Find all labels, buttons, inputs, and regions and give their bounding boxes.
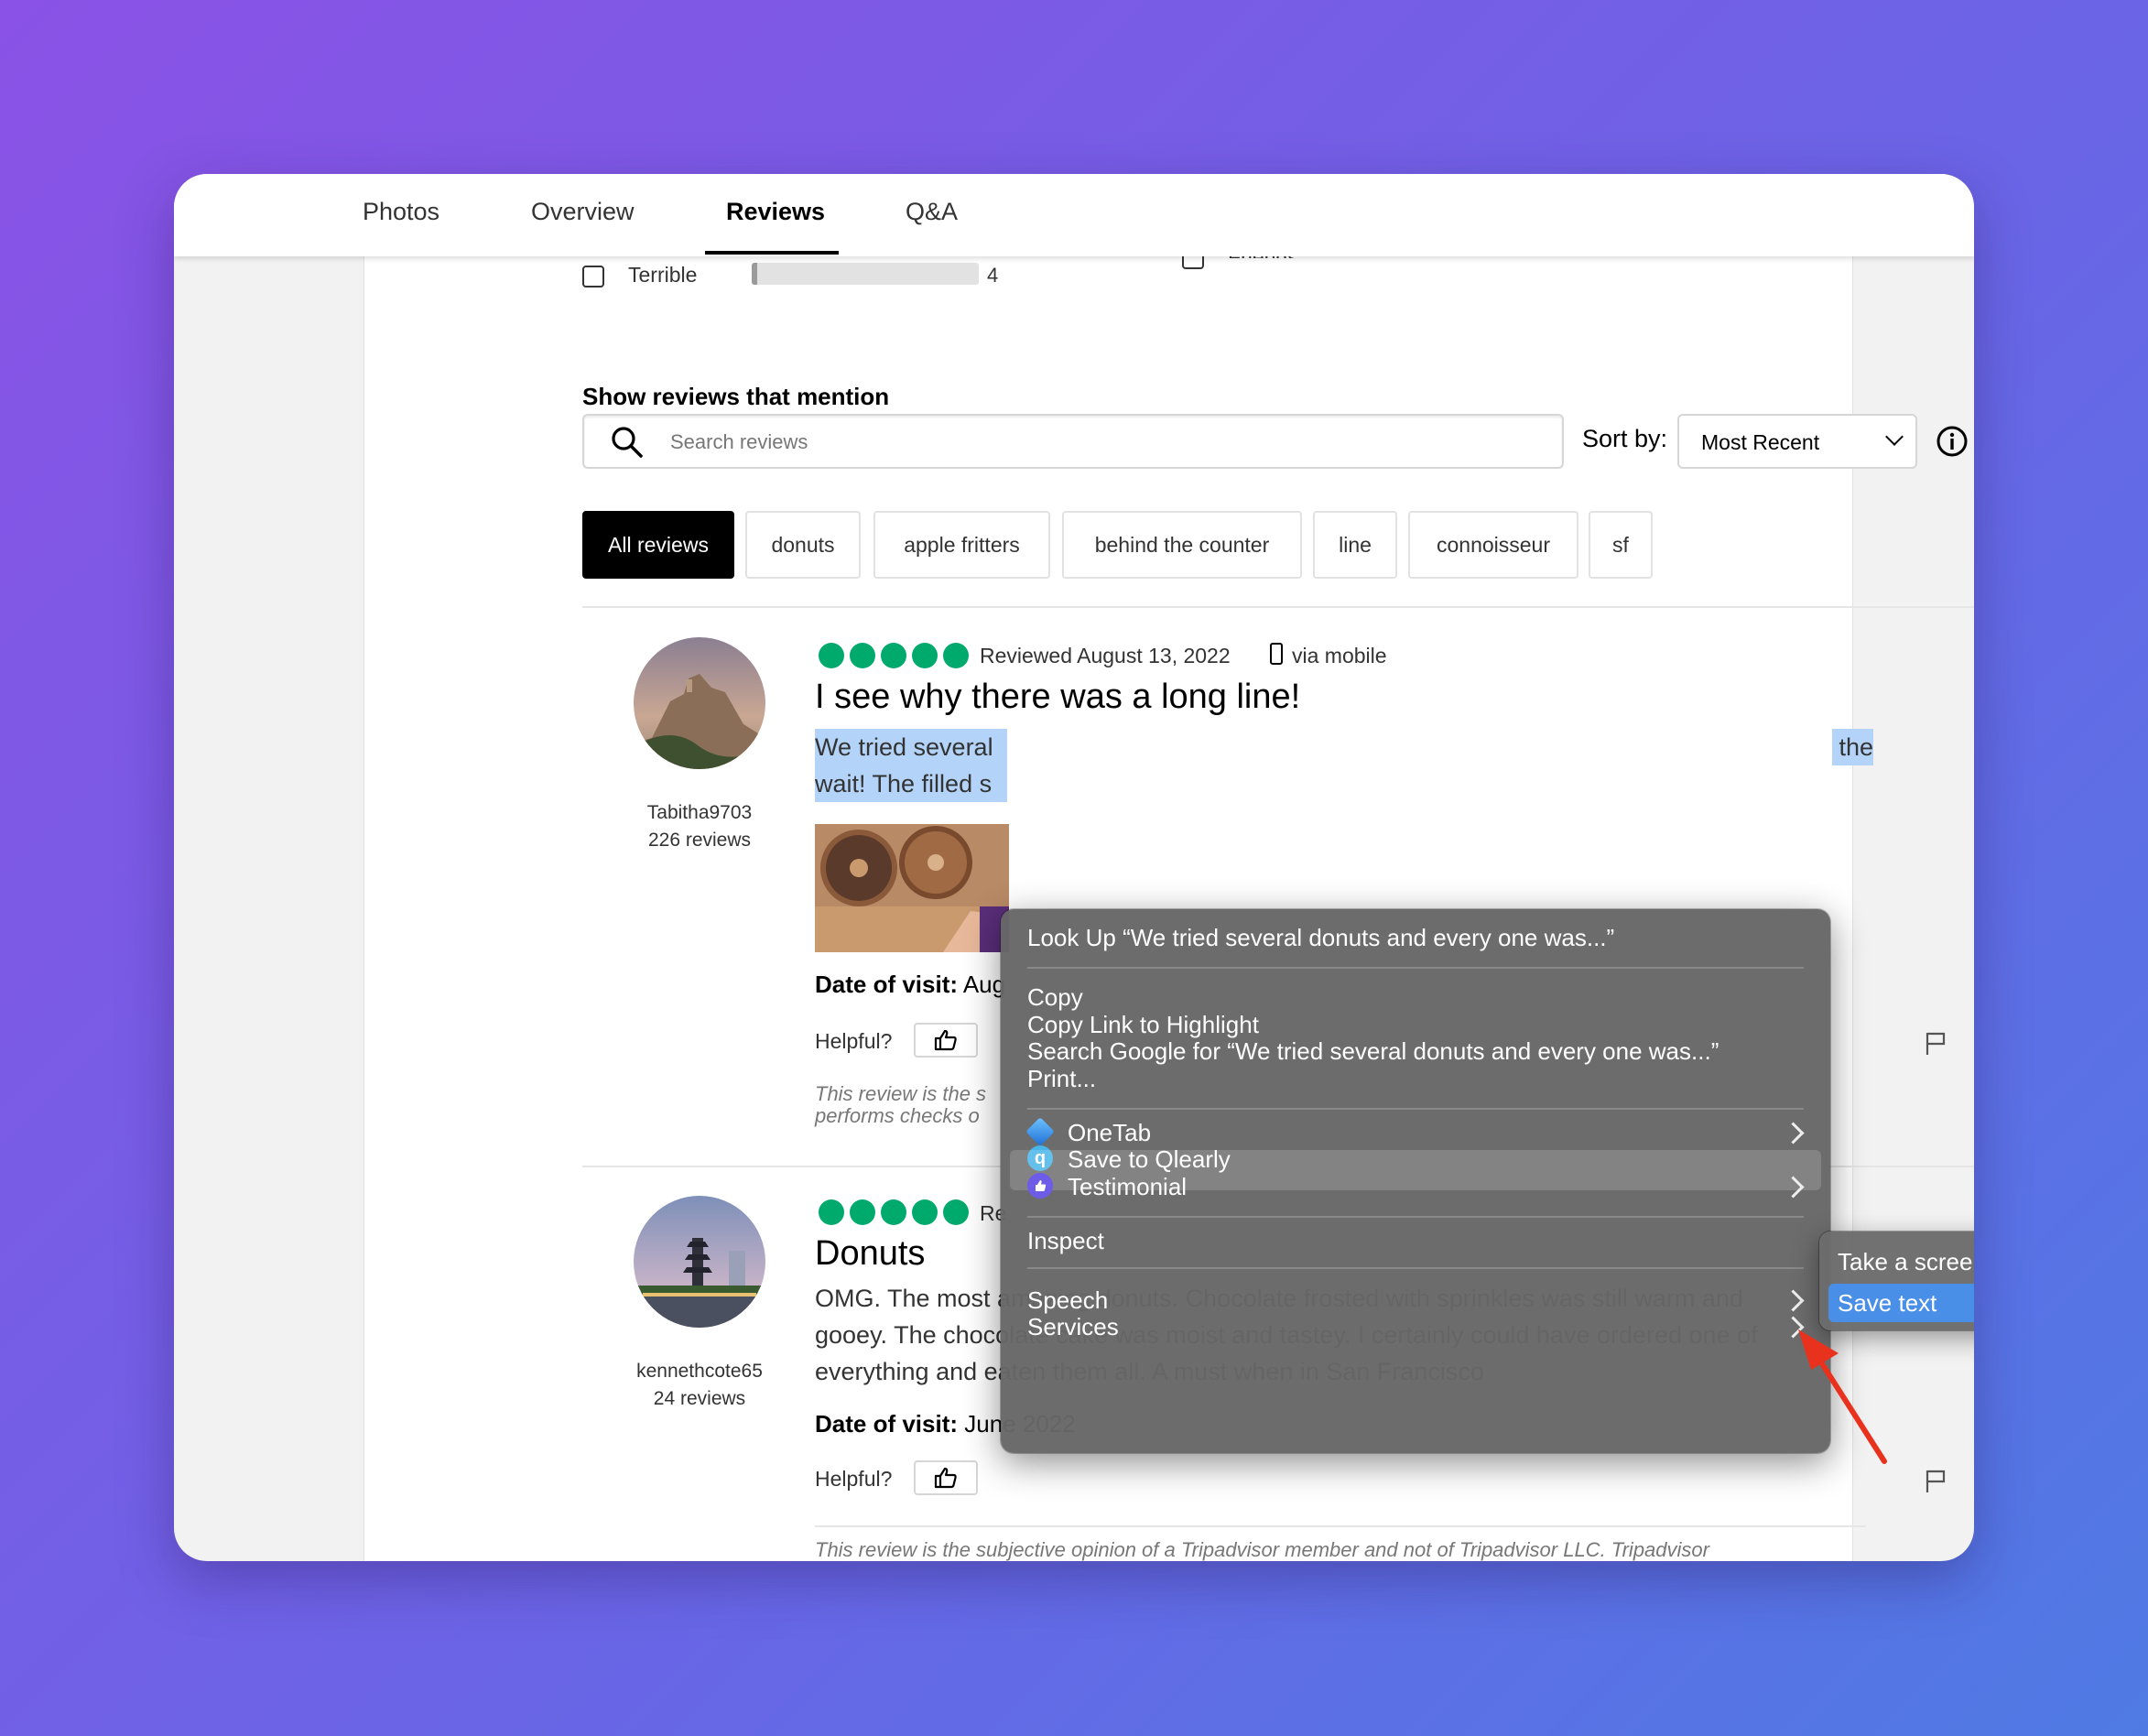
testimonial-submenu: Take a screenshot Save text — [1819, 1231, 1974, 1330]
chip-behind-the-counter[interactable]: behind the counter — [1062, 511, 1302, 579]
testimonial-icon — [1027, 1173, 1053, 1199]
visit-label: Date of visit: — [815, 971, 959, 998]
review-text-highlighted-line2[interactable]: wait! The filled s — [815, 765, 1007, 802]
review-title[interactable]: I see why there was a long line! — [815, 678, 1300, 717]
rating-bubble — [912, 643, 938, 668]
tab-photos[interactable]: Photos — [363, 198, 439, 226]
menu-separator — [1027, 1267, 1804, 1269]
visit-value: Aug — [962, 971, 1006, 998]
disclaimer-line2: performs checks o — [815, 1104, 980, 1127]
sort-value: Most Recent — [1701, 430, 1820, 454]
mention-title: Show reviews that mention — [582, 383, 890, 410]
disclaimer: This review is the subjective opinion of… — [815, 1538, 1709, 1561]
browser-window: Terrible 4 Friends Show reviews that men… — [174, 174, 1974, 1561]
rating-bubble — [850, 1199, 875, 1225]
menu-item-search-google[interactable]: Search Google for “We tried several donu… — [1027, 1033, 1719, 1069]
submenu-item-take-screenshot[interactable]: Take a screenshot — [1838, 1243, 1974, 1280]
sort-select[interactable]: Most Recent — [1677, 414, 1917, 469]
review-photo[interactable] — [815, 824, 1009, 952]
review-text-line1: We tried several — [815, 733, 993, 761]
flag-icon[interactable] — [1925, 1031, 1947, 1057]
menu-item-lookup[interactable]: Look Up “We tried several donuts and eve… — [1027, 919, 1614, 956]
avatar[interactable] — [634, 637, 765, 769]
submenu-item-save-text[interactable]: Save text — [1838, 1285, 1936, 1321]
rating-bubble — [912, 1199, 938, 1225]
menu-separator — [1027, 1216, 1804, 1218]
terrible-count: 4 — [987, 264, 999, 287]
menu-separator — [1027, 1108, 1804, 1110]
review-device: via mobile — [1292, 644, 1387, 667]
user-review-count: 226 reviews — [647, 830, 752, 851]
annotation-arrow-icon — [1798, 1329, 1887, 1464]
rating-bubbles — [819, 643, 969, 668]
search-input[interactable]: Search reviews — [582, 414, 1564, 469]
chip-line[interactable]: line — [1313, 511, 1397, 579]
review-text-line1-end: the — [1839, 733, 1873, 761]
menu-item-print[interactable]: Print... — [1027, 1060, 1096, 1097]
flag-icon[interactable] — [1925, 1469, 1947, 1494]
date-of-visit: Date of visit: Aug — [815, 971, 1005, 999]
terrible-bar — [752, 263, 979, 285]
tab-qa[interactable]: Q&A — [906, 198, 958, 226]
user-review-count: 24 reviews — [653, 1388, 746, 1409]
rating-bubble — [819, 1199, 844, 1225]
chip-connoisseur[interactable]: connoisseur — [1408, 511, 1578, 579]
search-placeholder: Search reviews — [670, 430, 808, 453]
search-icon — [612, 427, 643, 458]
context-menu: Look Up “We tried several donuts and eve… — [1001, 909, 1830, 1453]
chevron-down-icon — [1885, 428, 1904, 446]
chip-donuts[interactable]: donuts — [745, 511, 861, 579]
chip-apple-fritters[interactable]: apple fritters — [873, 511, 1050, 579]
rating-bubble — [881, 1199, 906, 1225]
rating-bubble — [943, 643, 969, 668]
mobile-icon — [1270, 643, 1283, 665]
visit-label: Date of visit: — [815, 1410, 959, 1438]
terrible-label: Terrible — [628, 263, 698, 287]
chip-sf[interactable]: sf — [1589, 511, 1653, 579]
helpful-label: Helpful? — [815, 1029, 893, 1053]
disclaimer-line1: This review is the s — [815, 1082, 987, 1105]
chip-all-reviews[interactable]: All reviews — [582, 511, 734, 579]
review-text-highlighted-end[interactable]: the — [1832, 729, 1873, 765]
chevron-right-icon — [1782, 1122, 1805, 1145]
avatar[interactable] — [634, 1196, 765, 1328]
menu-item-services[interactable]: Services — [1027, 1308, 1119, 1345]
review-title[interactable]: Donuts — [815, 1234, 925, 1274]
username[interactable]: Tabitha9703 — [608, 802, 791, 824]
rating-bubble — [819, 643, 844, 668]
menu-separator — [1027, 967, 1804, 969]
rating-bubble — [943, 1199, 969, 1225]
divider — [815, 1525, 1866, 1527]
active-tab-indicator — [705, 251, 839, 255]
divider — [582, 606, 1974, 608]
rating-bubble — [881, 643, 906, 668]
rating-bubble — [850, 643, 875, 668]
helpful-label: Helpful? — [815, 1467, 893, 1491]
review-text-line2: wait! The filled s — [815, 770, 993, 797]
chevron-right-icon — [1782, 1289, 1805, 1312]
helpful-button[interactable] — [914, 1023, 978, 1058]
thumbs-up-icon — [934, 1029, 957, 1051]
info-icon[interactable] — [1936, 425, 1969, 458]
review-text-highlighted[interactable]: We tried several — [815, 729, 1007, 765]
rating-bubbles — [819, 1199, 969, 1225]
tab-overview[interactable]: Overview — [531, 198, 635, 226]
section-tabs: Photos Overview Reviews Q&A — [174, 174, 1974, 256]
helpful-button[interactable] — [914, 1460, 978, 1495]
terrible-bar-fill — [752, 263, 757, 285]
menu-item-inspect[interactable]: Inspect — [1027, 1222, 1104, 1259]
menu-item-testimonial[interactable]: Testimonial — [1068, 1168, 1187, 1205]
sort-label: Sort by: — [1582, 425, 1668, 452]
tab-reviews[interactable]: Reviews — [726, 198, 825, 226]
thumbs-up-icon — [934, 1467, 957, 1489]
onetab-icon — [1025, 1117, 1055, 1146]
terrible-checkbox[interactable] — [582, 266, 604, 288]
review-date: Reviewed August 13, 2022 — [980, 644, 1231, 667]
username[interactable]: kennethcote65 — [608, 1361, 791, 1383]
